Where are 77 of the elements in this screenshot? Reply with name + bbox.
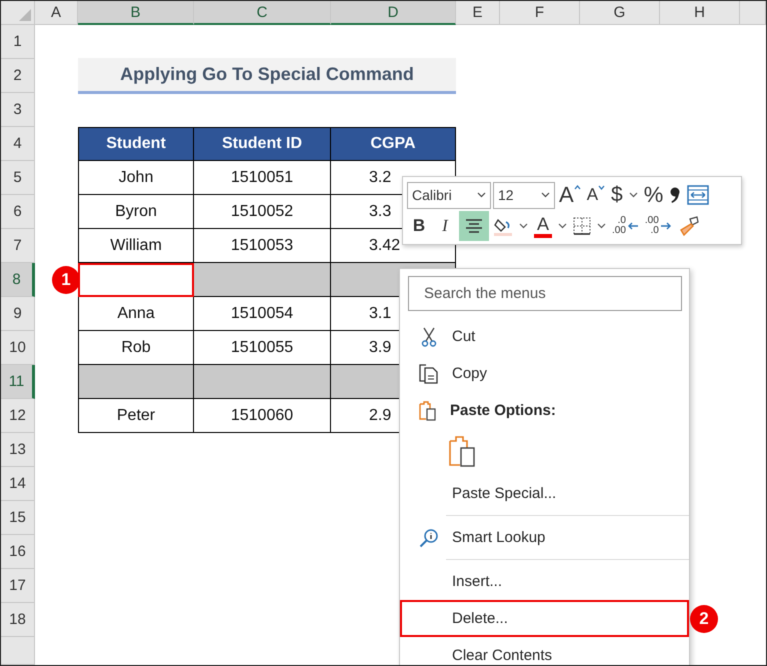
caret-icon	[477, 192, 486, 198]
row-header[interactable]: 9	[1, 297, 35, 331]
column-heading: Student	[78, 127, 194, 161]
shrink-font-button[interactable]: A	[584, 180, 608, 210]
column-header[interactable]: F	[500, 1, 580, 25]
table-cell: Anna	[78, 297, 194, 331]
decrease-decimal-button[interactable]: .00 .0	[642, 211, 674, 241]
row-header[interactable]: 2	[1, 59, 35, 93]
menu-item[interactable]: Clear Contents	[400, 637, 689, 665]
row-header[interactable]: 15	[1, 501, 35, 535]
column-header[interactable]: E	[456, 1, 500, 25]
borders-icon	[573, 217, 591, 235]
caret-icon	[597, 223, 606, 229]
column-header[interactable]: A	[35, 1, 78, 25]
step-marker: 2	[690, 605, 718, 633]
paste-option-button[interactable]	[448, 436, 476, 468]
table-cell: Peter	[78, 399, 194, 433]
caret-icon	[628, 192, 638, 198]
table-cell: 1510060	[194, 399, 331, 433]
column-header[interactable]: H	[660, 1, 740, 25]
copy-icon	[418, 364, 440, 384]
caret-icon	[558, 223, 567, 229]
row-header[interactable]: 13	[1, 433, 35, 467]
search-info-icon	[418, 528, 440, 548]
column-header[interactable]: B	[78, 1, 194, 25]
paintbrush-icon	[678, 216, 700, 236]
column-header[interactable]: G	[580, 1, 660, 25]
row-header[interactable]: 18	[1, 603, 35, 637]
font-dropdown[interactable]: Calibri	[407, 182, 491, 208]
comma-icon	[669, 186, 682, 204]
font-color-button[interactable]: A	[532, 211, 554, 241]
caret-icon	[541, 192, 550, 198]
row-header[interactable]: 3	[1, 93, 35, 127]
row-header[interactable]: 8	[1, 263, 35, 297]
search-field[interactable]: Search the menus	[408, 276, 682, 311]
table-cell: John	[78, 161, 194, 195]
column-header[interactable]: D	[331, 1, 456, 25]
paint-bucket-icon	[493, 216, 513, 236]
row-header[interactable]: 4	[1, 127, 35, 161]
caret-icon	[519, 223, 528, 229]
column-header[interactable]: C	[194, 1, 331, 25]
table-cell: Byron	[78, 195, 194, 229]
menu-item[interactable]: Insert...	[400, 563, 689, 600]
chevron-icon	[574, 185, 581, 190]
row-header[interactable]: 5	[1, 161, 35, 195]
table-cell: 1510051	[194, 161, 331, 195]
row-header[interactable]: 1	[1, 25, 35, 59]
percent-button[interactable]: %	[642, 180, 666, 210]
increase-decimal-button[interactable]: .0 .00	[610, 211, 641, 241]
grow-font-button[interactable]: A	[557, 180, 583, 210]
currency-button[interactable]: $	[609, 180, 625, 210]
align-center-icon	[465, 218, 483, 234]
table-cell: 1510054	[194, 297, 331, 331]
wrap-text-icon	[687, 185, 710, 205]
row-header[interactable]: 10	[1, 331, 35, 365]
column-heading: Student ID	[194, 127, 331, 161]
align-center-button[interactable]	[459, 211, 489, 241]
triangle-icon	[19, 9, 31, 21]
column-heading: CGPA	[331, 127, 456, 161]
row-header[interactable]: 11	[1, 365, 35, 399]
arrow-icon	[626, 222, 639, 230]
menu-item[interactable]: Paste Special...	[400, 475, 689, 512]
row-header[interactable]: 17	[1, 569, 35, 603]
row-header[interactable]: 12	[1, 399, 35, 433]
chevron-icon	[598, 185, 606, 190]
row-header[interactable]: 7	[1, 229, 35, 263]
row-header[interactable]: 6	[1, 195, 35, 229]
row-header[interactable]: 16	[1, 535, 35, 569]
clipboard-icon	[448, 436, 476, 468]
arrow-icon	[660, 222, 672, 230]
color-bar-icon	[534, 234, 552, 238]
font-size-dropdown[interactable]: 12	[493, 182, 555, 208]
row-header[interactable]: 14	[1, 467, 35, 501]
sheet-title: Applying Go To Special Command	[78, 58, 456, 94]
smart-lookup-item[interactable]: Smart Lookup	[400, 519, 689, 556]
step-marker: 1	[52, 266, 80, 294]
table-cell: 1510052	[194, 195, 331, 229]
